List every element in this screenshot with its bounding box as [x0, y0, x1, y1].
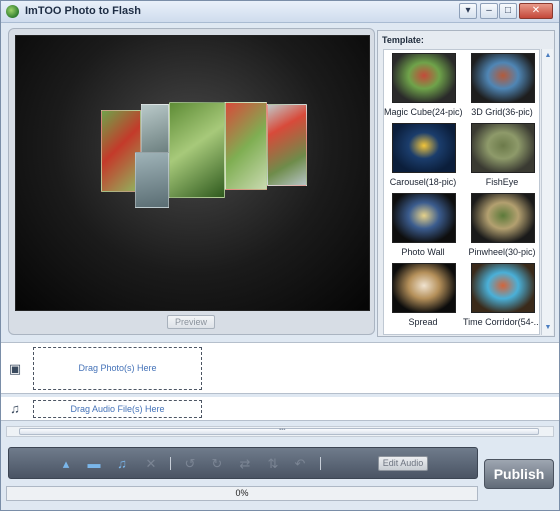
template-thumbnail [392, 263, 456, 313]
audio-track: ♫ Drag Audio File(s) Here [1, 397, 559, 421]
add-audio-button[interactable]: ♫ [113, 455, 131, 473]
progress-text: 0% [235, 488, 249, 498]
photo-track-icon: ▣ [8, 361, 22, 376]
template-thumbnail [392, 193, 456, 243]
app-window: ImTOO Photo to Flash ▾ – □ ✕ Preview Tem… [0, 0, 560, 511]
cube-tile [225, 102, 267, 190]
undo-button[interactable]: ↶ [291, 455, 309, 473]
toolbar-separator [320, 457, 321, 470]
edit-audio-button[interactable]: Edit Audio [378, 456, 428, 471]
template-thumbnail [471, 193, 535, 243]
audio-track-icon: ♫ [10, 401, 20, 416]
template-name: Spread [408, 317, 438, 327]
template-pinwheel[interactable]: Pinwheel(30-pic) [463, 190, 539, 260]
preview-panel: Preview [8, 28, 375, 335]
template-scrollbar[interactable]: ▲ ▼ [541, 49, 553, 335]
template-thumbnail [392, 53, 456, 103]
template-label: Template: [382, 35, 424, 45]
template-grid: Magic Cube(24-pic) 3D Grid(36-pic) Carou… [383, 49, 540, 335]
close-button[interactable]: ✕ [519, 3, 553, 19]
template-time-corridor[interactable]: Time Corridor(54-... [463, 260, 540, 330]
template-carousel[interactable]: Carousel(18-pic) [384, 120, 462, 190]
preview-button[interactable]: Preview [167, 315, 215, 329]
template-name: Time Corridor(54-... [463, 317, 540, 327]
template-name: Pinwheel(30-pic) [468, 247, 536, 257]
scrollbar-grip-icon: ▪▪▪ [279, 427, 286, 433]
photo-drop-zone[interactable]: Drag Photo(s) Here [33, 347, 202, 390]
rotate-left-button[interactable]: ↺ [181, 455, 199, 473]
template-thumbnail [392, 123, 456, 173]
cube-tile [169, 102, 225, 198]
timeline-scrollbar[interactable]: ▪▪▪ [6, 426, 554, 437]
add-photo-button[interactable]: ▴ [57, 455, 75, 473]
photo-track: ▣ Drag Photo(s) Here [1, 342, 559, 394]
menu-dropdown-button[interactable]: ▾ [459, 3, 477, 19]
title-bar: ImTOO Photo to Flash ▾ – □ ✕ [1, 1, 559, 23]
template-3d-grid[interactable]: 3D Grid(36-pic) [463, 50, 539, 120]
delete-button[interactable]: ✕ [142, 455, 160, 473]
scroll-up-icon[interactable]: ▲ [543, 51, 553, 61]
publish-button[interactable]: Publish [484, 459, 554, 489]
swap-horizontal-button[interactable]: ⇄ [236, 455, 254, 473]
scroll-down-icon[interactable]: ▼ [543, 323, 553, 333]
maximize-button[interactable]: □ [499, 3, 517, 19]
template-name: 3D Grid(36-pic) [471, 107, 533, 117]
template-spread[interactable]: Spread [384, 260, 462, 330]
template-thumbnail [471, 53, 535, 103]
template-name: FishEye [485, 177, 519, 187]
preview-area [15, 35, 370, 311]
minimize-button[interactable]: – [480, 3, 498, 19]
template-panel: Template: Magic Cube(24-pic) 3D Grid(36-… [377, 30, 555, 337]
cube-tile [267, 104, 307, 186]
swap-vertical-button[interactable]: ⇅ [264, 455, 282, 473]
edit-toolbar: ▴ ▬ ♫ ✕ ↺ ↻ ⇄ ⇅ ↶ Edit Audio [8, 447, 478, 479]
template-name: Carousel(18-pic) [389, 177, 457, 187]
template-thumbnail [471, 123, 535, 173]
template-fisheye[interactable]: FishEye [463, 120, 539, 190]
template-photo-wall[interactable]: Photo Wall [384, 190, 462, 260]
add-folder-button[interactable]: ▬ [85, 455, 103, 473]
template-name: Photo Wall [401, 247, 445, 257]
template-name: Magic Cube(24-pic) [384, 107, 462, 117]
magic-cube-preview [101, 102, 307, 210]
toolbar-separator [170, 457, 171, 470]
rotate-right-button[interactable]: ↻ [208, 455, 226, 473]
cube-tile [135, 152, 169, 208]
progress-bar: 0% [6, 486, 478, 501]
window-title: ImTOO Photo to Flash [25, 5, 141, 17]
template-thumbnail [471, 263, 535, 313]
audio-drop-zone[interactable]: Drag Audio File(s) Here [33, 400, 202, 418]
template-magic-cube[interactable]: Magic Cube(24-pic) [384, 50, 462, 120]
app-logo-icon [6, 5, 19, 18]
